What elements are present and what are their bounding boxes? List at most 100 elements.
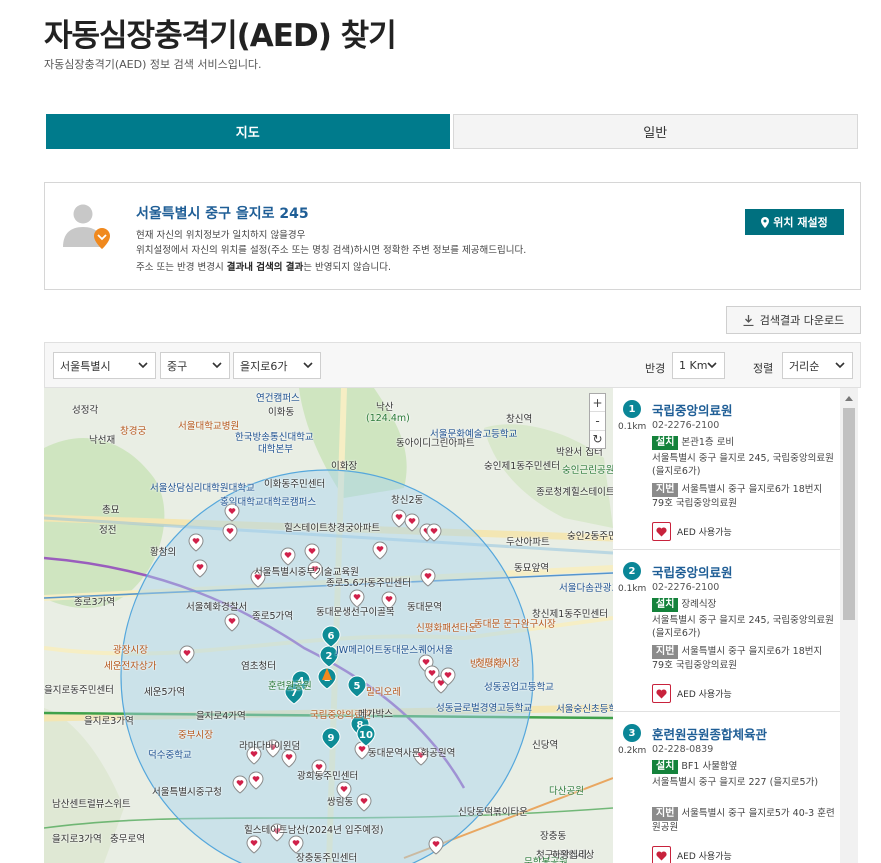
result-number: 3 <box>623 724 641 742</box>
marker-number: 5 <box>354 681 361 692</box>
refresh-map-button[interactable]: ↻ <box>590 431 605 448</box>
aed-availability: AED 사용가능 <box>652 522 732 541</box>
map-place-label: 광희동주민센터 <box>297 771 359 782</box>
map-place-label: 훈련원공원 <box>268 681 312 692</box>
map-place-label: 충무로역 <box>110 834 145 845</box>
marker-number: 10 <box>359 730 373 741</box>
map-place-label: 창경궁 <box>120 426 147 437</box>
result-road-address: 서울특별시 중구 을지로 227 (을지로5가) <box>652 777 819 788</box>
view-tabs: 지도 일반 <box>46 114 858 149</box>
location-notice-1: 현재 자신의 위치정보가 일치하지 않을경우 <box>136 230 306 241</box>
lot-badge: 지번 <box>652 645 679 659</box>
lot-badge: 지번 <box>652 807 679 821</box>
map-place-label: 숭인2동주민센터 <box>567 531 613 542</box>
sort-select[interactable]: 거리순 <box>782 352 853 379</box>
result-list-scrollbar[interactable] <box>840 388 858 863</box>
zoom-in-button[interactable]: + <box>590 394 605 413</box>
map-place-label: 숭인제1동주민센터 <box>484 461 560 472</box>
reset-location-label: 위치 재설정 <box>773 216 828 229</box>
map-place-label: 이화동 <box>268 407 295 418</box>
map-place-label: 동대문역 <box>407 602 442 613</box>
result-facility-name[interactable]: 국립중앙의료원 <box>652 400 733 419</box>
map-place-label: 숭인근린공원 <box>562 465 613 476</box>
map-place-label: 서울대학교병원 <box>178 421 240 432</box>
reset-location-button[interactable]: 위치 재설정 <box>745 209 844 235</box>
result-facility-name[interactable]: 훈련원공원종합체육관 <box>652 724 767 743</box>
map-place-label: 신당동떡볶이타운 <box>458 807 528 818</box>
location-notice-3: 주소 또는 반경 변경시 결과내 검색의 결과는 반영되지 않습니다. <box>136 262 392 273</box>
map-place-label: 서울특별시중구청 <box>152 787 222 798</box>
radius-select[interactable]: 1 Km <box>672 352 725 379</box>
map-place-label: 하왕십리 <box>552 850 587 861</box>
result-list: 1 0.1km 국립중앙의료원 02-2276-2100 설치 본관1층 로비 서울특별시 … <box>613 388 861 863</box>
chevron-down-icon <box>303 362 313 369</box>
aed-map[interactable]: 1245678910 성정각낙선재창경궁서울대학교병원연건캠퍼스이화동한국방송통… <box>44 388 613 863</box>
map-place-label: 을지로3가역 <box>84 716 134 727</box>
map-place-label: 성동공업고등학교 <box>484 682 554 693</box>
map-place-label: 신당역 <box>532 740 559 751</box>
map-place-label: 정전 <box>99 525 117 536</box>
district-select[interactable]: 중구 <box>160 352 230 379</box>
download-results-button[interactable]: 검색결과 다운로드 <box>726 306 861 334</box>
map-place-label: 서울혜화경찰서 <box>186 602 248 613</box>
result-distance: 0.1km <box>618 422 647 432</box>
download-icon <box>743 314 754 326</box>
page-title: 자동심장충격기(AED) 찾기 <box>44 18 397 54</box>
location-notice-2: 위치설정에서 자신의 위치를 설정(주소 또는 명칭 검색)하시면 정확한 주변… <box>136 245 527 256</box>
result-number: 2 <box>623 562 641 580</box>
result-item[interactable]: 2 0.1km 국립중앙의료원 02-2276-2100 설치 장례식장 서울특별시 중구 … <box>613 550 843 712</box>
result-distance: 0.2km <box>618 746 647 756</box>
result-distance: 0.1km <box>618 584 647 594</box>
chevron-down-icon <box>138 362 148 369</box>
map-place-label: JW메리어트동대문스퀘어서울 <box>336 645 454 656</box>
location-info-box: 서울특별시 중구 을지로 245 현재 자신의 위치정보가 일치하지 않을경우 … <box>44 182 861 290</box>
map-place-label: 세운5가역 <box>144 687 186 698</box>
result-item[interactable]: 1 0.1km 국립중앙의료원 02-2276-2100 설치 본관1층 로비 서울특별시 … <box>613 388 843 550</box>
map-place-label: 라마다바이윈덤 <box>239 741 301 752</box>
radius-label: 반경 <box>645 362 666 375</box>
result-item[interactable]: 3 0.2km 훈련원공원종합체육관 02-228-0839 설치 BF1 사물함옆 서울특… <box>613 712 843 863</box>
map-place-label: 종로청계힐스테이트 <box>536 487 613 498</box>
result-road-address: 서울특별시 중구 을지로 245, 국립중앙의료원 (을지로6가) <box>652 615 834 639</box>
scroll-thumb[interactable] <box>843 408 855 620</box>
chevron-down-icon <box>212 362 222 369</box>
map-place-label: (124.4m) <box>366 413 410 424</box>
map-place-label: 이화동주민센터 <box>264 479 326 490</box>
marker-number: 6 <box>328 631 335 642</box>
map-place-label: 두산아파트 <box>506 537 550 548</box>
map-place-label: 장충동주민센터 <box>296 853 358 863</box>
city-select[interactable]: 서울특별시 <box>53 352 156 379</box>
install-badge: 설치 <box>652 598 679 612</box>
result-facility-name[interactable]: 국립중앙의료원 <box>652 562 733 581</box>
map-place-label: 서울숭신초등학교 <box>556 704 613 715</box>
map-place-label: 다산공원 <box>549 786 584 797</box>
tab-general[interactable]: 일반 <box>452 114 858 149</box>
dong-select[interactable]: 을지로6가 <box>233 352 321 379</box>
map-zoom-control: + - ↻ <box>589 393 606 449</box>
result-phone: 02-228-0839 <box>652 744 714 755</box>
tab-map[interactable]: 지도 <box>46 114 450 149</box>
map-place-label: 종로5.6가동주민센터 <box>326 578 412 589</box>
result-lot-address: 지번 서울특별시 중구 을지로6가 18번지 79호 국립중앙의료원 <box>652 645 823 671</box>
map-place-label: 낙산 <box>376 402 394 413</box>
marker-number: 2 <box>326 651 333 662</box>
map-place-label: 동대문역사문화공원역 <box>368 748 456 759</box>
map-place-label: 청평화시장 <box>476 658 520 669</box>
page-subtitle: 자동심장충격기(AED) 정보 검색 서비스입니다. <box>44 58 262 71</box>
zoom-out-button[interactable]: - <box>590 412 605 431</box>
download-label: 검색결과 다운로드 <box>759 314 845 327</box>
map-place-label: 메가박스 <box>358 709 393 720</box>
aed-availability: AED 사용가능 <box>652 684 732 703</box>
map-place-label: 총묘 <box>102 505 120 516</box>
map-place-label: 힐스테이트남산(2024년 입주예정) <box>244 825 384 836</box>
scroll-up-icon[interactable] <box>844 394 854 402</box>
map-place-label: 을지로4가역 <box>196 711 246 722</box>
result-lot-address: 지번 서울특별시 중구 을지로6가 18번지 79호 국립중앙의료원 <box>652 483 823 509</box>
map-place-label: 황참의 <box>150 547 177 558</box>
map-place-label: 창신제1동주민센터 <box>532 609 608 620</box>
heart-icon <box>652 846 671 863</box>
map-place-label: 광장시장 <box>113 645 148 656</box>
map-place-label: 종로3가역 <box>74 597 116 608</box>
result-phone: 02-2276-2100 <box>652 582 720 593</box>
install-badge: 설치 <box>652 436 679 450</box>
